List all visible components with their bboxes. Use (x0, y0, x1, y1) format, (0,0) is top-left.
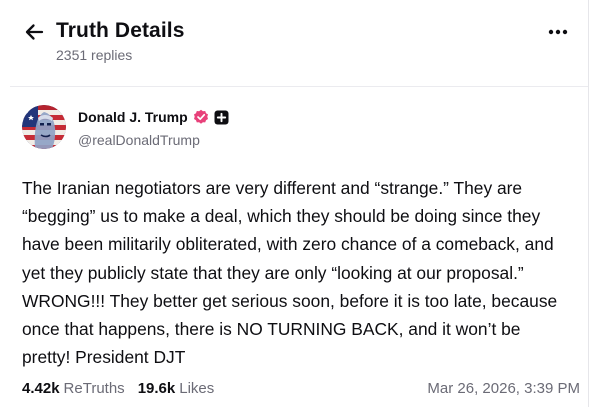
reply-count: 2351 replies (56, 47, 133, 63)
author-name-row: Donald J. Trump (78, 109, 229, 125)
verified-badge-icon (193, 109, 208, 124)
author-handle[interactable]: @realDonaldTrump (78, 132, 200, 148)
retruths-label: ReTruths (63, 380, 125, 397)
more-options-button[interactable] (544, 22, 572, 42)
page-title: Truth Details (56, 19, 185, 42)
panel-border (588, 0, 589, 407)
post-timestamp: Mar 26, 2026, 3:39 PM (427, 380, 580, 397)
plus-badge-icon (214, 110, 229, 124)
post-stats: 4.42k ReTruths 19.6k Likes (22, 380, 214, 397)
retruths-count: 4.42k (22, 380, 60, 397)
post-body: The Iranian negotiators are very differe… (22, 178, 558, 368)
more-horizontal-icon (548, 29, 568, 35)
author-display-name[interactable]: Donald J. Trump (78, 109, 188, 125)
arrow-left-icon (25, 24, 44, 40)
likes-stat[interactable]: 19.6k Likes (138, 380, 215, 397)
back-button[interactable] (22, 20, 46, 44)
retruths-stat[interactable]: 4.42k ReTruths (22, 380, 125, 397)
header-divider (10, 86, 588, 87)
page-header: Truth Details 2351 replies (0, 0, 588, 85)
likes-label: Likes (179, 380, 215, 397)
avatar[interactable] (22, 105, 66, 149)
avatar-image (22, 105, 66, 149)
likes-count: 19.6k (137, 380, 176, 397)
post-author: Donald J. Trump @realDonaldTrump (22, 105, 422, 151)
